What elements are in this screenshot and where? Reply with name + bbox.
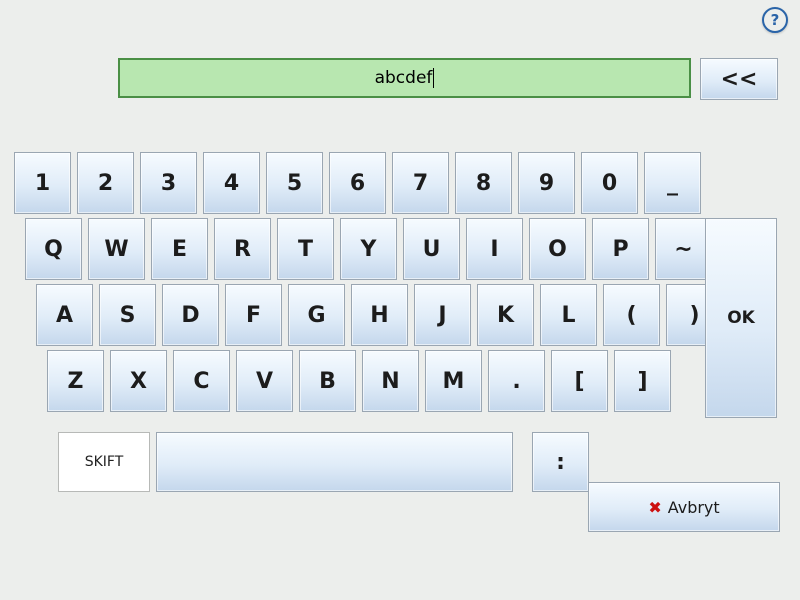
key-d[interactable]: D — [162, 284, 219, 346]
key-lparen[interactable]: ( — [603, 284, 660, 346]
key-space[interactable] — [156, 432, 513, 492]
backspace-label: << — [721, 67, 758, 92]
key-n[interactable]: N — [362, 350, 419, 412]
help-icon: ? — [762, 7, 788, 33]
key-0[interactable]: 0 — [581, 152, 638, 214]
backspace-button[interactable]: << — [700, 58, 778, 100]
key-4[interactable]: 4 — [203, 152, 260, 214]
key-7[interactable]: 7 — [392, 152, 449, 214]
ok-label: OK — [727, 308, 755, 328]
key-e[interactable]: E — [151, 218, 208, 280]
help-button[interactable]: ? — [762, 7, 788, 33]
key-tilde[interactable]: ~ — [655, 218, 712, 280]
key-t[interactable]: T — [277, 218, 334, 280]
cancel-icon: ✖ — [648, 498, 661, 517]
key-5[interactable]: 5 — [266, 152, 323, 214]
key-shift[interactable]: SKIFT — [58, 432, 150, 492]
key-w[interactable]: W — [88, 218, 145, 280]
key-9[interactable]: 9 — [518, 152, 575, 214]
key-b[interactable]: B — [299, 350, 356, 412]
cancel-label: Avbryt — [668, 498, 720, 517]
key-z[interactable]: Z — [47, 350, 104, 412]
key-v[interactable]: V — [236, 350, 293, 412]
key-1[interactable]: 1 — [14, 152, 71, 214]
key-a[interactable]: A — [36, 284, 93, 346]
key-2[interactable]: 2 — [77, 152, 134, 214]
key-c[interactable]: C — [173, 350, 230, 412]
key-rbracket[interactable]: ] — [614, 350, 671, 412]
key-u[interactable]: U — [403, 218, 460, 280]
key-i[interactable]: I — [466, 218, 523, 280]
key-g[interactable]: G — [288, 284, 345, 346]
key-y[interactable]: Y — [340, 218, 397, 280]
key-underscore[interactable]: _ — [644, 152, 701, 214]
key-r[interactable]: R — [214, 218, 271, 280]
shift-label: SKIFT — [85, 454, 124, 470]
key-3[interactable]: 3 — [140, 152, 197, 214]
key-l[interactable]: L — [540, 284, 597, 346]
key-6[interactable]: 6 — [329, 152, 386, 214]
cancel-button[interactable]: ✖ Avbryt — [588, 482, 780, 532]
key-j[interactable]: J — [414, 284, 471, 346]
key-period[interactable]: . — [488, 350, 545, 412]
key-lbracket[interactable]: [ — [551, 350, 608, 412]
key-colon[interactable]: : — [532, 432, 589, 492]
key-h[interactable]: H — [351, 284, 408, 346]
key-p[interactable]: P — [592, 218, 649, 280]
key-f[interactable]: F — [225, 284, 282, 346]
key-q[interactable]: Q — [25, 218, 82, 280]
key-k[interactable]: K — [477, 284, 534, 346]
text-input[interactable]: abcdef — [118, 58, 691, 98]
text-input-value: abcdef — [375, 68, 435, 88]
key-s[interactable]: S — [99, 284, 156, 346]
key-8[interactable]: 8 — [455, 152, 512, 214]
ok-button[interactable]: OK — [705, 218, 777, 418]
key-m[interactable]: M — [425, 350, 482, 412]
key-o[interactable]: O — [529, 218, 586, 280]
key-x[interactable]: X — [110, 350, 167, 412]
